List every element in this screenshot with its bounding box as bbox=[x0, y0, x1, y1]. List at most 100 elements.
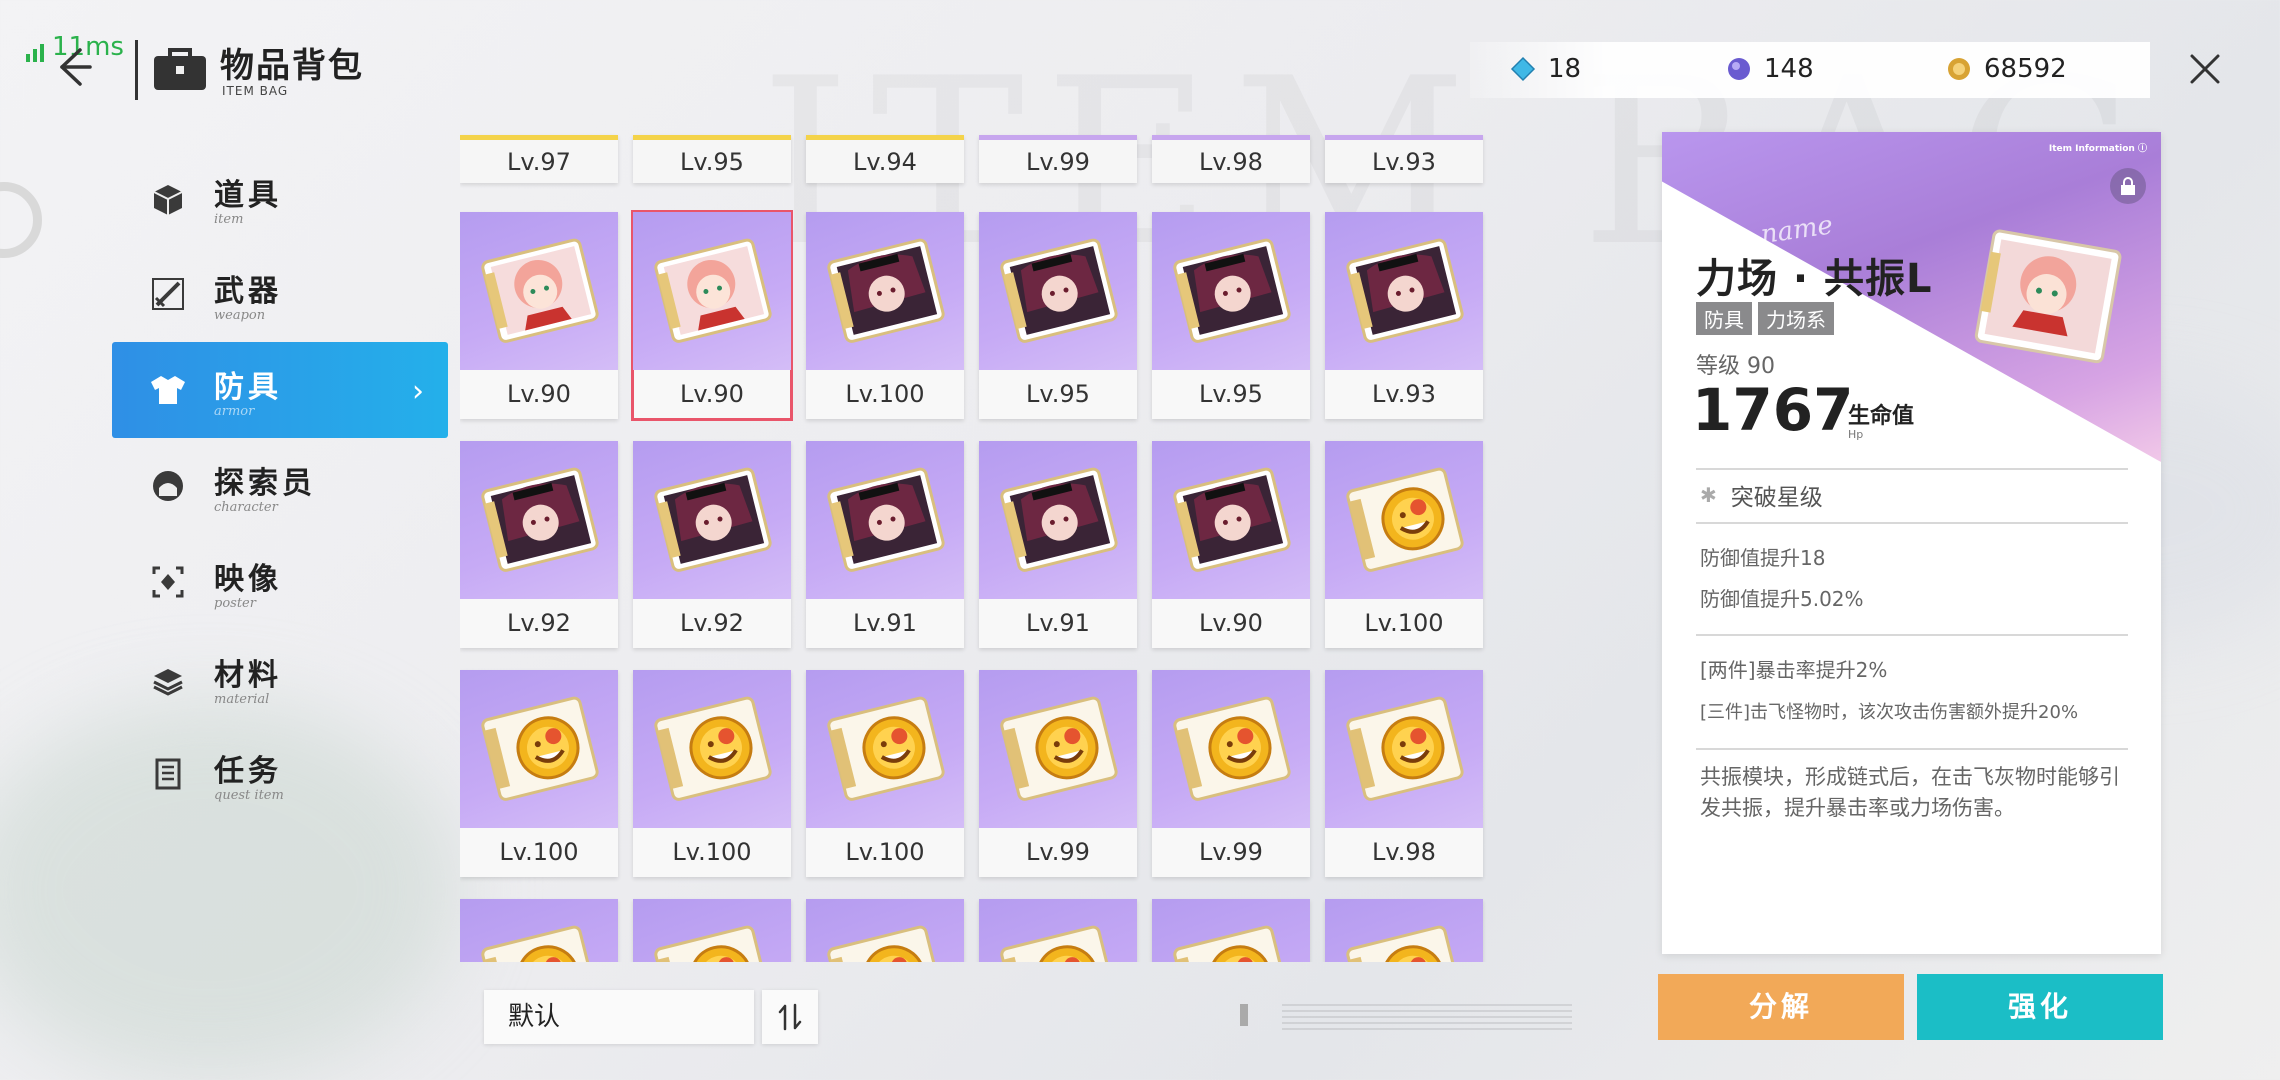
item-card[interactable]: Lv.99 bbox=[1152, 670, 1310, 877]
item-card[interactable]: Lv.100 bbox=[806, 670, 964, 877]
item-card-partial[interactable]: Lv.95 bbox=[633, 135, 791, 183]
floating-assist-icon[interactable] bbox=[0, 182, 42, 258]
menu-sublabel: poster bbox=[214, 595, 256, 611]
list-icon bbox=[148, 754, 188, 794]
item-card-partial[interactable]: Lv.93 bbox=[1325, 135, 1483, 183]
page-title: 物品背包 bbox=[220, 46, 364, 86]
item-art bbox=[1325, 441, 1483, 599]
item-level-label: Lv.91 bbox=[1026, 609, 1090, 637]
set-bonus-line: [三件]击飞怪物时，该次攻击伤害额外提升20% bbox=[1700, 702, 2079, 723]
item-card-partial[interactable]: Lv.97 bbox=[460, 135, 618, 183]
item-art bbox=[806, 899, 964, 962]
menu-item-armor[interactable]: 防具 armor › bbox=[112, 342, 448, 438]
item-level-label: Lv.100 bbox=[672, 838, 752, 866]
item-level-label: Lv.91 bbox=[853, 609, 917, 637]
gear-icon: ✱ bbox=[1700, 483, 1717, 507]
menu-sublabel: weapon bbox=[214, 307, 266, 323]
chevron-right-icon: › bbox=[412, 374, 424, 409]
item-card[interactable]: Lv.100 bbox=[806, 212, 964, 419]
menu-item-item[interactable]: 道具 item bbox=[112, 150, 448, 246]
item-card[interactable]: Lv.92 bbox=[633, 441, 791, 648]
item-level-label: Lv.100 bbox=[1364, 609, 1444, 637]
item-card[interactable]: Lv.91 bbox=[979, 441, 1137, 648]
item-card[interactable]: Lv.99 bbox=[979, 670, 1137, 877]
item-card[interactable]: Lv.90 bbox=[1152, 441, 1310, 648]
menu-label: 探索员 bbox=[214, 465, 316, 501]
item-card[interactable] bbox=[633, 899, 791, 962]
currency-coin[interactable]: 68592 bbox=[1946, 54, 2067, 84]
item-card-partial[interactable]: Lv.99 bbox=[979, 135, 1137, 183]
item-portrait bbox=[1974, 229, 2122, 364]
menu-item-material[interactable]: 材料 material bbox=[112, 630, 448, 726]
decompose-button[interactable]: 分解 bbox=[1658, 974, 1904, 1040]
item-level-label: Lv.95 bbox=[1199, 380, 1263, 408]
item-level-label: Lv.99 bbox=[1199, 838, 1263, 866]
item-card[interactable]: Lv.93 bbox=[1325, 212, 1483, 419]
item-level-label: Lv.100 bbox=[845, 380, 925, 408]
item-card-partial[interactable]: Lv.98 bbox=[1152, 135, 1310, 183]
item-card[interactable] bbox=[1152, 899, 1310, 962]
item-grid[interactable]: Lv.97 Lv.95 Lv.94 Lv.99 Lv.98 Lv.93 Lv.90 Lv.9… bbox=[460, 130, 1530, 962]
menu-label: 映像 bbox=[214, 561, 282, 597]
character-icon bbox=[148, 466, 188, 506]
item-name: 力场 · 共振L bbox=[1696, 256, 1933, 302]
header-divider bbox=[135, 40, 138, 100]
item-card[interactable]: Lv.95 bbox=[1152, 212, 1310, 419]
lock-icon bbox=[2121, 177, 2135, 195]
item-art bbox=[979, 670, 1137, 828]
item-art bbox=[633, 670, 791, 828]
box-icon bbox=[148, 178, 188, 218]
item-card[interactable]: Lv.100 bbox=[633, 670, 791, 877]
item-card[interactable]: Lv.90 bbox=[631, 210, 793, 421]
coin-count: 68592 bbox=[1984, 54, 2067, 84]
scroll-track bbox=[1282, 1002, 1572, 1030]
sort-order-button[interactable] bbox=[762, 990, 818, 1044]
item-card[interactable]: Lv.90 bbox=[460, 212, 618, 419]
item-detail-panel: Item Information ⓘ Item name 力场 · 共振L 防具… bbox=[1662, 132, 2161, 954]
lock-button[interactable] bbox=[2110, 168, 2146, 204]
currency-crystal[interactable]: 18 bbox=[1510, 54, 1581, 84]
close-icon[interactable] bbox=[2188, 52, 2222, 86]
item-art bbox=[633, 441, 791, 599]
item-level-label: Lv.100 bbox=[499, 838, 579, 866]
divider bbox=[1696, 522, 2128, 524]
page-subtitle: ITEM BAG bbox=[222, 84, 289, 98]
breakthrough-star-row: ✱ 突破星级 bbox=[1700, 478, 1823, 512]
menu-item-character[interactable]: 探索员 character bbox=[112, 438, 448, 534]
sort-toggle-icon bbox=[778, 1003, 802, 1031]
item-level-label: Lv.99 bbox=[1026, 838, 1090, 866]
divider bbox=[1696, 634, 2128, 636]
currency-orb[interactable]: 148 bbox=[1726, 54, 1814, 84]
partial-row: Lv.97 Lv.95 Lv.94 Lv.99 Lv.98 Lv.93 bbox=[460, 135, 1483, 183]
item-card[interactable]: Lv.100 bbox=[1325, 441, 1483, 648]
main-stat-value: 1767 bbox=[1692, 376, 1854, 444]
item-card[interactable] bbox=[1325, 899, 1483, 962]
item-art bbox=[633, 899, 791, 962]
material-icon bbox=[148, 658, 188, 698]
item-art bbox=[806, 212, 964, 370]
item-card[interactable]: Lv.91 bbox=[806, 441, 964, 648]
orb-icon bbox=[1728, 58, 1750, 80]
sort-dropdown[interactable]: 默认 bbox=[484, 990, 754, 1044]
info-label-text: Item Information bbox=[2048, 144, 2135, 154]
item-card[interactable]: Lv.92 bbox=[460, 441, 618, 648]
main-stat-sublabel: Hp bbox=[1848, 428, 1864, 441]
item-card[interactable] bbox=[979, 899, 1137, 962]
item-card[interactable] bbox=[460, 899, 618, 962]
item-card[interactable] bbox=[806, 899, 964, 962]
enhance-button[interactable]: 强化 bbox=[1917, 974, 2163, 1040]
item-card[interactable]: Lv.98 bbox=[1325, 670, 1483, 877]
category-menu: 道具 item 武器 weapon 防具 armor › 探索员 character 映… bbox=[112, 150, 448, 822]
divider bbox=[1696, 748, 2128, 750]
item-card-partial[interactable]: Lv.94 bbox=[806, 135, 964, 183]
item-card[interactable]: Lv.100 bbox=[460, 670, 618, 877]
menu-item-quest[interactable]: 任务 quest item bbox=[112, 726, 448, 822]
orb-count: 148 bbox=[1764, 54, 1814, 84]
tag-series: 力场系 bbox=[1758, 302, 1834, 335]
back-arrow-icon[interactable] bbox=[50, 42, 100, 92]
item-card[interactable]: Lv.95 bbox=[979, 212, 1137, 419]
item-art bbox=[460, 441, 618, 599]
menu-item-poster[interactable]: 映像 poster bbox=[112, 534, 448, 630]
menu-item-weapon[interactable]: 武器 weapon bbox=[112, 246, 448, 342]
item-art bbox=[460, 670, 618, 828]
